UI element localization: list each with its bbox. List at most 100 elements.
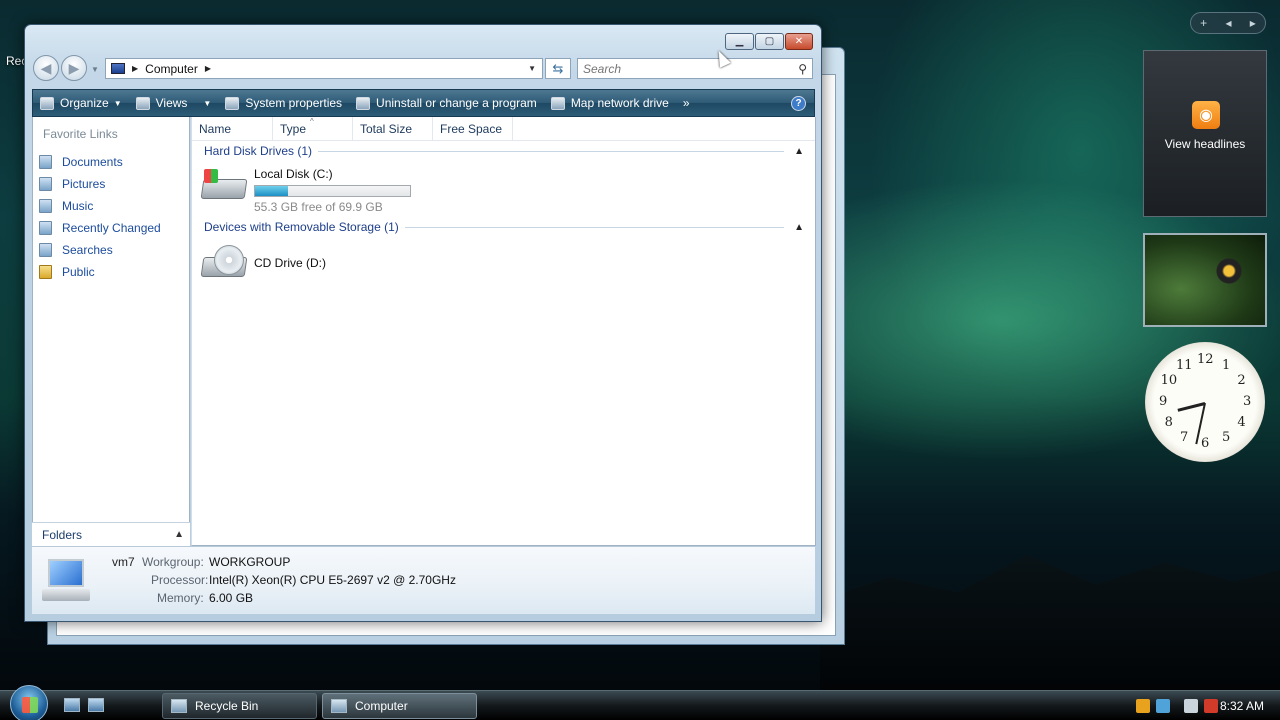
clock-numeral: 9 xyxy=(1159,394,1168,409)
nav-link-public[interactable]: Public xyxy=(39,261,161,283)
security-shield-icon[interactable] xyxy=(1136,699,1150,713)
more-commands-button[interactable]: » xyxy=(676,90,697,116)
nav-link-searches[interactable]: Searches xyxy=(39,239,161,261)
system-properties-button[interactable]: System properties xyxy=(218,90,349,116)
show-desktop-icon[interactable] xyxy=(64,698,80,712)
organize-button[interactable]: Organize ▼ xyxy=(33,90,129,116)
hard-drive-icon xyxy=(200,165,248,209)
nav-link-music[interactable]: Music xyxy=(39,195,161,217)
address-dropdown-icon[interactable]: ▼ xyxy=(528,64,536,73)
search-icon[interactable]: ⚲ xyxy=(798,62,807,76)
breadcrumb-arrow-icon[interactable]: ▶ xyxy=(205,64,211,73)
uninstall-label: Uninstall or change a program xyxy=(376,96,537,110)
nav-link-label: Pictures xyxy=(62,177,106,191)
clock-gadget[interactable]: 12 1 2 3 4 5 6 7 8 9 10 11 xyxy=(1145,342,1265,462)
breadcrumb-arrow-icon[interactable]: ▶ xyxy=(132,64,138,73)
processor-label: Processor: xyxy=(151,573,209,587)
next-icon[interactable]: ▸ xyxy=(1250,16,1256,30)
volume-muted-icon[interactable] xyxy=(1204,699,1218,713)
taskbar: Recycle Bin Computer 8:32 AM xyxy=(0,685,1280,720)
pictures-icon xyxy=(39,177,52,191)
help-icon[interactable]: ? xyxy=(791,95,806,111)
chevron-up-icon[interactable]: ▲ xyxy=(794,222,804,233)
minimize-button[interactable]: ▁ xyxy=(725,33,754,50)
workgroup-value: WORKGROUP xyxy=(209,555,291,569)
previous-icon[interactable]: ◂ xyxy=(1225,16,1231,30)
map-network-drive-button[interactable]: Map network drive xyxy=(544,90,676,116)
network-drive-icon xyxy=(550,96,565,110)
view-headlines-label[interactable]: View headlines xyxy=(1144,137,1266,151)
sidebar-controls: + ◂ ▸ xyxy=(1190,12,1266,34)
switch-windows-icon[interactable] xyxy=(88,698,104,712)
file-list: Name Type Total Size Free Space ^ Hard D… xyxy=(191,117,816,546)
computer-icon xyxy=(331,699,347,713)
processor-value: Intel(R) Xeon(R) CPU E5-2697 v2 @ 2.70GH… xyxy=(209,573,456,587)
clock-numeral: 11 xyxy=(1176,357,1193,373)
nav-link-pictures[interactable]: Pictures xyxy=(39,173,161,195)
views-label: Views xyxy=(155,96,188,110)
favorite-links-list: Documents Pictures Music Recently Change… xyxy=(39,151,161,283)
taskbar-clock[interactable]: 8:32 AM xyxy=(1220,699,1264,713)
organize-label: Organize xyxy=(60,96,109,110)
clock-numeral: 6 xyxy=(1201,436,1210,451)
refresh-button[interactable]: ⇆ xyxy=(545,58,571,79)
group-removable-storage[interactable]: Devices with Removable Storage (1) ▲ xyxy=(204,219,804,235)
recycle-bin-icon xyxy=(171,699,187,713)
group-hard-disk-drives[interactable]: Hard Disk Drives (1) ▲ xyxy=(204,143,804,159)
back-button[interactable]: ◀ xyxy=(33,55,59,81)
group-divider xyxy=(318,150,785,152)
caption-buttons: ▁ ▢ ✕ xyxy=(725,33,813,50)
slideshow-gadget[interactable] xyxy=(1143,233,1267,327)
feed-headlines-gadget[interactable]: ◉ View headlines xyxy=(1143,50,1267,217)
add-gadget-icon[interactable]: + xyxy=(1200,16,1207,30)
column-header-free-space[interactable]: Free Space xyxy=(433,117,513,141)
drive-name: Local Disk (C:) xyxy=(254,167,333,181)
computer-name: vm7 xyxy=(112,555,135,569)
navigation-pane: Favorite Links Documents Pictures Music … xyxy=(32,117,190,546)
chevron-down-icon: ▼ xyxy=(203,98,212,108)
forward-button[interactable]: ▶ xyxy=(61,55,87,81)
chevron-up-icon[interactable]: ▲ xyxy=(794,146,804,157)
chevron-up-icon[interactable]: ▲ xyxy=(174,529,184,540)
column-header-total-size[interactable]: Total Size xyxy=(353,117,433,141)
memory-label: Memory: xyxy=(157,591,204,605)
computer-window[interactable]: ▁ ▢ ✕ ◀ ▶ ▼ ▶ Computer ▶ ▼ ⇆ ⚲ Organize … xyxy=(24,24,822,622)
drive-cd-d[interactable]: CD Drive (D:) xyxy=(200,243,326,287)
clock-numeral: 10 xyxy=(1160,373,1178,388)
sort-caret-icon: ^ xyxy=(310,117,314,126)
maximize-button[interactable]: ▢ xyxy=(755,33,784,50)
searches-icon xyxy=(39,243,52,257)
search-input[interactable] xyxy=(583,61,783,76)
clock-numeral: 3 xyxy=(1243,394,1252,409)
breadcrumb-computer[interactable]: Computer xyxy=(145,62,198,76)
clock-hour-hand xyxy=(1177,402,1206,412)
programs-icon xyxy=(356,96,371,110)
workgroup-label: Workgroup: xyxy=(142,555,204,569)
views-button[interactable]: Views ▼ xyxy=(129,90,219,116)
details-pane: vm7 Workgroup: WORKGROUP Processor: Inte… xyxy=(32,546,815,614)
close-button[interactable]: ✕ xyxy=(785,33,813,50)
recent-pages-dropdown[interactable]: ▼ xyxy=(91,65,99,74)
uninstall-program-button[interactable]: Uninstall or change a program xyxy=(349,90,544,116)
address-bar[interactable]: ▶ Computer ▶ ▼ xyxy=(105,58,543,79)
network-icon[interactable] xyxy=(1184,699,1198,713)
sidebar-tray-icon[interactable] xyxy=(1156,699,1170,713)
favorite-links-title: Favorite Links xyxy=(43,127,118,141)
taskbar-item-recycle-bin[interactable]: Recycle Bin xyxy=(162,693,317,719)
drive-free-space: 55.3 GB free of 69.9 GB xyxy=(254,200,383,214)
group-divider xyxy=(404,226,785,228)
column-header-name[interactable]: Name xyxy=(192,117,273,141)
column-headers: Name Type Total Size Free Space ^ xyxy=(192,117,815,141)
nav-link-documents[interactable]: Documents xyxy=(39,151,161,173)
clock-numeral: 7 xyxy=(1180,430,1189,446)
drive-local-disk-c[interactable]: Local Disk (C:) 55.3 GB free of 69.9 GB xyxy=(200,165,411,214)
nav-link-label: Searches xyxy=(62,243,113,257)
drive-usage-fill xyxy=(255,186,288,196)
taskbar-item-computer[interactable]: Computer xyxy=(322,693,477,719)
clock-numeral: 8 xyxy=(1164,415,1173,430)
start-button[interactable] xyxy=(10,685,48,720)
documents-icon xyxy=(39,155,52,169)
search-box[interactable]: ⚲ xyxy=(577,58,813,79)
nav-link-recently-changed[interactable]: Recently Changed xyxy=(39,217,161,239)
folders-toggle[interactable]: Folders ▲ xyxy=(32,522,190,546)
